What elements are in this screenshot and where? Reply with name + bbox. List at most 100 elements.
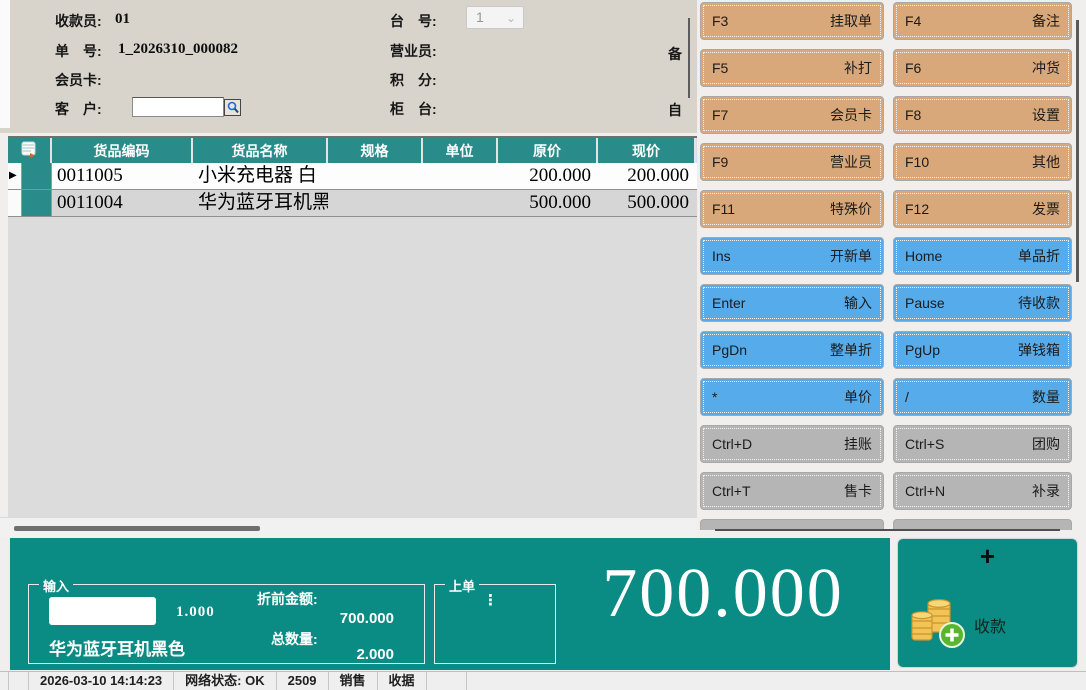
col-header-spec[interactable]: 规格	[328, 138, 423, 163]
pay-button[interactable]: + 收款	[897, 538, 1078, 668]
function-key-button[interactable]: / 数量	[893, 378, 1072, 416]
function-key-label: 补打	[844, 58, 872, 78]
chevron-down-icon: ⌄	[506, 8, 516, 29]
right-panel-vscrollbar-thumb[interactable]	[1076, 20, 1079, 282]
order-header-panel: 收款员: 01 台 号: 1 ⌄ 单 号: 1_2026310_000082 营…	[0, 0, 697, 133]
function-key-label: 营业员	[830, 152, 872, 172]
function-key-code: F8	[905, 107, 921, 123]
function-key-code: /	[905, 389, 909, 405]
cashier-label: 收款员:	[55, 11, 102, 31]
function-key-button[interactable]: F4 备注	[893, 2, 1072, 40]
function-key-label: 整单折	[830, 340, 872, 360]
col-header-orig-price[interactable]: 原价	[498, 138, 598, 163]
function-key-button[interactable]: Ins 开新单	[700, 237, 884, 275]
receipt-doc-icon-header	[8, 138, 52, 163]
function-key-button[interactable]: F11 特殊价	[700, 190, 884, 228]
input-group: 输入 1.000 华为蓝牙耳机黑色 折前金额: 700.000 总数量: 2.0…	[28, 584, 425, 664]
function-key-label: 冲货	[1032, 58, 1060, 78]
grid-hscrollbar-track[interactable]	[0, 517, 697, 538]
function-key-button[interactable]: Ctrl+D 挂账	[700, 425, 884, 463]
function-key-button[interactable]: Enter 输入	[700, 284, 884, 322]
function-key-code: F5	[712, 60, 728, 76]
function-key-code: Ins	[712, 248, 731, 264]
function-key-label: 挂账	[844, 434, 872, 454]
grid-hscrollbar-thumb[interactable]	[14, 526, 260, 531]
table-row[interactable]: 0011004 华为蓝牙耳机黑色 500.000 500.000	[8, 190, 697, 217]
last-order-legend: 上单	[445, 576, 479, 595]
function-key-label: 其他	[1032, 152, 1060, 172]
customer-search-button[interactable]	[224, 99, 241, 116]
table-row[interactable]: 0011005 小米充电器 白 200.000 200.000	[8, 163, 697, 190]
function-key-button[interactable]: F6 冲货	[893, 49, 1072, 87]
col-header-code[interactable]: 货品编码	[52, 138, 193, 163]
last-order-placeholder: ⋮	[483, 591, 498, 609]
function-key-button[interactable]: Home 单品折	[893, 237, 1072, 275]
checkout-panel: 输入 1.000 华为蓝牙耳机黑色 折前金额: 700.000 总数量: 2.0…	[8, 538, 890, 670]
function-key-label: 挂取单	[830, 11, 872, 31]
search-icon	[227, 101, 239, 114]
cell-unit	[423, 163, 498, 189]
function-key-code: F12	[905, 201, 929, 217]
input-group-legend: 输入	[39, 576, 73, 595]
function-key-panel: F3 挂取单 F4 备注 F5 补打 F6 冲货 F7 会员卡 F8 设置 F9…	[697, 0, 1086, 538]
function-key-button[interactable]: F7 会员卡	[700, 96, 884, 134]
function-key-button[interactable]: * 单价	[700, 378, 884, 416]
function-key-button[interactable]: Ctrl+N 补录	[893, 472, 1072, 510]
remark-label-clipped: 备	[668, 44, 682, 64]
pre-discount-value: 700.000	[340, 610, 394, 627]
function-key-button[interactable]: F3 挂取单	[700, 2, 884, 40]
function-key-button[interactable]: F5 补打	[700, 49, 884, 87]
counter-label: 柜 台:	[390, 99, 437, 119]
function-key-label: 补录	[1032, 481, 1060, 501]
panel-splitter[interactable]	[688, 18, 690, 98]
barcode-input[interactable]	[49, 597, 156, 625]
col-header-name[interactable]: 货品名称	[193, 138, 328, 163]
function-key-label: 会员卡	[830, 105, 872, 125]
cell-code: 0011004	[52, 190, 193, 216]
function-key-code: *	[712, 389, 717, 405]
customer-input[interactable]	[132, 97, 224, 117]
status-datetime: 2026-03-10 14:14:23	[29, 672, 174, 690]
function-key-label: 待收款	[1018, 293, 1060, 313]
function-key-label: 输入	[844, 293, 872, 313]
col-header-cur-price[interactable]: 现价	[598, 138, 696, 163]
items-grid: 货品编码 货品名称 规格 单位 原价 现价 0011005 小米充电器 白 20…	[8, 136, 697, 517]
function-key-code: Pause	[905, 295, 945, 311]
function-key-label: 弹钱箱	[1018, 340, 1060, 360]
table-no-label: 台 号:	[390, 11, 437, 31]
row-color-cell	[22, 190, 52, 216]
function-key-button[interactable]: PgDn 整单折	[700, 331, 884, 369]
points-label: 积 分:	[390, 70, 437, 90]
function-key-code: F7	[712, 107, 728, 123]
status-stub	[0, 672, 9, 690]
function-key-label: 团购	[1032, 434, 1060, 454]
receipt-doc-icon	[18, 141, 40, 160]
total-qty-value: 2.000	[356, 646, 394, 663]
function-key-code: Home	[905, 248, 942, 264]
auto-label-clipped: 自	[668, 100, 682, 120]
function-key-code: Ctrl+D	[712, 436, 752, 452]
function-key-button[interactable]: Ctrl+S 团购	[893, 425, 1072, 463]
function-key-code: F11	[712, 201, 735, 217]
function-key-grid: F3 挂取单 F4 备注 F5 补打 F6 冲货 F7 会员卡 F8 设置 F9…	[700, 2, 1072, 510]
function-key-code: Enter	[712, 295, 745, 311]
function-key-button[interactable]: F12 发票	[893, 190, 1072, 228]
function-key-code: Ctrl+T	[712, 483, 751, 499]
function-key-button[interactable]: F10 其他	[893, 143, 1072, 181]
table-no-select[interactable]: 1 ⌄	[466, 6, 524, 29]
total-amount-display: 700.000	[558, 554, 888, 634]
function-key-button[interactable]: F8 设置	[893, 96, 1072, 134]
function-key-button[interactable]: Pause 待收款	[893, 284, 1072, 322]
coins-icon	[910, 597, 968, 649]
current-item-name: 华为蓝牙耳机黑色	[49, 635, 185, 660]
col-header-unit[interactable]: 单位	[423, 138, 498, 163]
total-qty-label: 总数量:	[271, 629, 318, 649]
right-panel-divider	[715, 529, 1060, 531]
cell-orig-price: 200.000	[498, 163, 598, 189]
function-key-button[interactable]: Ctrl+T 售卡	[700, 472, 884, 510]
cell-orig-price: 500.000	[498, 190, 598, 216]
function-key-button[interactable]: F9 营业员	[700, 143, 884, 181]
function-key-button[interactable]: PgUp 弹钱箱	[893, 331, 1072, 369]
cashier-value: 01	[115, 11, 130, 28]
function-key-label: 备注	[1032, 11, 1060, 31]
